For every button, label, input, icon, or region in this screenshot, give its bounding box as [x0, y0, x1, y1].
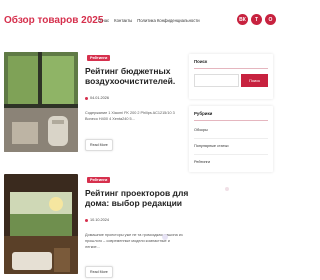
- social-links: ВК Т О: [237, 14, 276, 25]
- widget-title: Поиск: [194, 59, 208, 64]
- widget-divider: [194, 68, 268, 69]
- site-header: Обзор товаров 2025 О нас Контакты Полити…: [0, 0, 280, 44]
- calendar-icon: [85, 218, 88, 222]
- widget-divider: [194, 120, 268, 121]
- post-thumbnail-projector[interactable]: [4, 174, 78, 274]
- category-divider: [194, 138, 268, 139]
- ok-icon[interactable]: О: [265, 14, 276, 25]
- search-button[interactable]: Поиск: [241, 74, 268, 87]
- category-item-reviews[interactable]: Обзоры: [194, 128, 208, 132]
- read-more-button[interactable]: Read More: [85, 139, 113, 151]
- search-input[interactable]: [194, 74, 239, 87]
- post-category-badge[interactable]: Рейтинги: [87, 177, 111, 183]
- widget-title: Рубрики: [194, 111, 213, 116]
- post-category-badge[interactable]: Рейтинги: [87, 55, 111, 61]
- telegram-icon[interactable]: Т: [251, 14, 262, 25]
- post-excerpt: Содержание 1 Xiaomi FK 200 2 Philips AC1…: [85, 111, 175, 121]
- post-thumbnail-air-purifier[interactable]: [4, 52, 78, 152]
- main-nav: О нас Контакты Политика Конфиденциальнос…: [98, 18, 200, 23]
- post-title[interactable]: Рейтинг бюджетных воздухоочистителей.: [85, 66, 195, 86]
- nav-item-about[interactable]: О нас: [98, 18, 109, 23]
- nav-item-privacy[interactable]: Политика Конфиденциальности: [137, 18, 199, 23]
- decor-circle-icon: [162, 234, 168, 240]
- post-date: 04.01.2026: [85, 96, 109, 100]
- category-item-ratings[interactable]: Рейтинги: [194, 160, 210, 164]
- decor-dot-icon: [225, 187, 229, 191]
- categories-widget: Рубрики Обзоры Популярные статьи Рейтинг…: [189, 106, 273, 172]
- post-title[interactable]: Рейтинг проекторов для дома: выбор редак…: [85, 188, 195, 208]
- category-divider: [194, 154, 268, 155]
- post-excerpt: Домашние проекторы уже не та громоздкая …: [85, 233, 183, 249]
- post-date-text: 04.01.2026: [90, 96, 110, 100]
- calendar-icon: [85, 96, 88, 100]
- nav-item-contacts[interactable]: Контакты: [114, 18, 132, 23]
- read-more-button[interactable]: Read More: [85, 266, 113, 278]
- category-item-popular[interactable]: Популярные статьи: [194, 144, 229, 148]
- search-widget: Поиск Поиск: [189, 54, 273, 99]
- site-title[interactable]: Обзор товаров 2025: [4, 15, 103, 26]
- post-date-text: 10.10.2024: [90, 218, 110, 222]
- vk-icon[interactable]: ВК: [237, 14, 248, 25]
- post-date: 10.10.2024: [85, 218, 109, 222]
